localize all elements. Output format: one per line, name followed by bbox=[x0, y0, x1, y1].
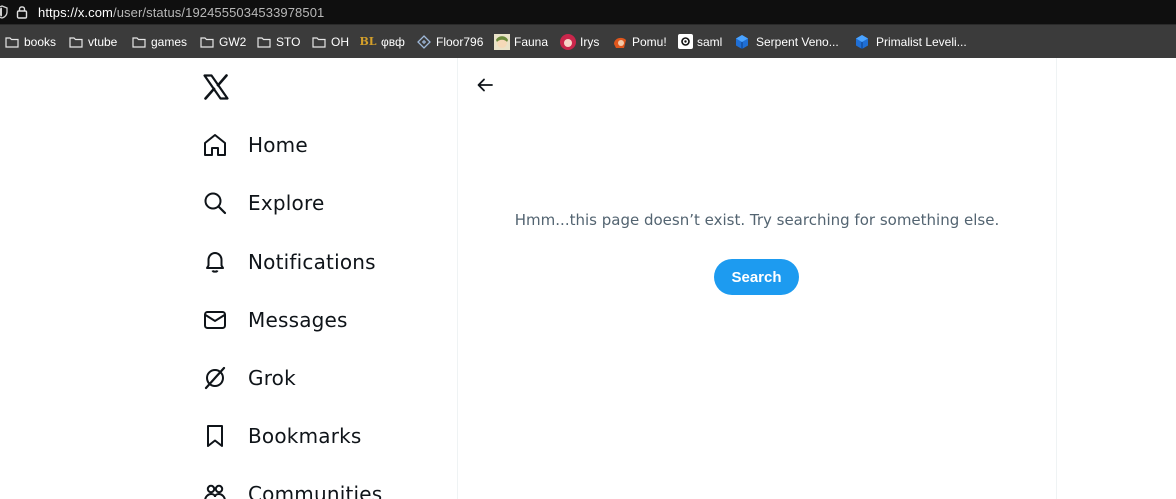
column-divider bbox=[1056, 58, 1057, 499]
bookmark-folder-oh[interactable]: OH bbox=[311, 30, 349, 54]
folder-icon bbox=[256, 34, 272, 50]
bookmark-folder-vtube[interactable]: vtube bbox=[68, 30, 117, 54]
nav-label: Bookmarks bbox=[248, 424, 362, 448]
bookmark-label: books bbox=[24, 34, 57, 49]
bookmark-saml[interactable]: saml bbox=[677, 30, 722, 54]
cube-icon bbox=[734, 34, 750, 50]
bookmark-label: STO bbox=[276, 34, 301, 49]
error-message: Hmm...this page doesn’t exist. Try searc… bbox=[514, 211, 1000, 229]
irys-avatar-icon bbox=[560, 33, 576, 50]
nav-explore[interactable]: Explore bbox=[202, 183, 324, 223]
folder-icon bbox=[131, 34, 147, 50]
bl-logo-icon: BL bbox=[359, 35, 377, 48]
nav-label: Notifications bbox=[248, 250, 376, 274]
bookmark-fauna[interactable]: Fauna bbox=[494, 30, 548, 54]
bookmark-label: Serpent Veno... bbox=[756, 34, 839, 49]
nav-label: Messages bbox=[248, 308, 348, 332]
bookmark-label: Fauna bbox=[514, 34, 549, 49]
shield-icon[interactable] bbox=[0, 5, 10, 19]
bell-icon bbox=[202, 249, 228, 275]
address-bar[interactable]: https://x.com/user/status/19245550345339… bbox=[0, 0, 1176, 24]
bookmark-folder-gw2[interactable]: GW2 bbox=[199, 30, 246, 54]
pomu-avatar-icon bbox=[612, 34, 628, 50]
bookmark-label: Pomu! bbox=[632, 34, 667, 49]
bookmark-label: Irys bbox=[580, 34, 600, 49]
lock-icon[interactable] bbox=[16, 5, 30, 19]
url-host: https://x.com bbox=[38, 4, 113, 20]
nav-label: Grok bbox=[248, 366, 296, 390]
bookmark-pomu[interactable]: Pomu! bbox=[612, 30, 667, 54]
bookmark-label: vtube bbox=[88, 34, 118, 49]
bookmark-label: GW2 bbox=[219, 34, 247, 49]
bookmark-label: games bbox=[151, 34, 188, 49]
bookmark-bl[interactable]: BL φвф bbox=[359, 30, 405, 54]
nav-home[interactable]: Home bbox=[202, 125, 308, 165]
nav-label: Home bbox=[248, 133, 308, 157]
url-text[interactable]: https://x.com/user/status/19245550345339… bbox=[38, 5, 324, 20]
cube-icon bbox=[854, 34, 870, 50]
floor796-icon bbox=[416, 34, 432, 50]
bookmarks-bar: books vtube games GW2 STO OH BL φвф Floo… bbox=[0, 24, 1176, 58]
main-column: Hmm...this page doesn’t exist. Try searc… bbox=[458, 58, 1056, 499]
bookmark-label: φвф bbox=[381, 34, 405, 49]
bookmark-label: Primalist Leveli... bbox=[876, 34, 967, 49]
bookmark-folder-books[interactable]: books bbox=[4, 30, 56, 54]
x-logo-icon[interactable] bbox=[202, 73, 230, 101]
back-arrow-icon[interactable] bbox=[474, 74, 496, 96]
mail-icon bbox=[202, 307, 228, 333]
x-page: Home Explore Notifications Messages Grok bbox=[0, 58, 1176, 499]
nav-bookmarks[interactable]: Bookmarks bbox=[202, 416, 362, 456]
home-icon bbox=[202, 132, 228, 158]
bookmark-label: saml bbox=[697, 34, 723, 49]
saml-icon bbox=[677, 34, 693, 50]
bookmark-serpent[interactable]: Serpent Veno... bbox=[734, 30, 839, 54]
bookmark-folder-games[interactable]: games bbox=[131, 30, 187, 54]
bookmark-label: OH bbox=[331, 34, 349, 49]
bookmark-icon bbox=[202, 423, 228, 449]
nav-grok[interactable]: Grok bbox=[202, 358, 296, 398]
grok-icon bbox=[202, 365, 228, 391]
nav-communities[interactable]: Communities bbox=[202, 474, 382, 499]
nav-notifications[interactable]: Notifications bbox=[202, 242, 376, 282]
search-button[interactable]: Search bbox=[714, 259, 799, 295]
folder-icon bbox=[4, 34, 20, 50]
left-sidebar: Home Explore Notifications Messages Grok bbox=[192, 58, 457, 499]
bookmark-floor796[interactable]: Floor796 bbox=[416, 30, 483, 54]
search-icon bbox=[202, 190, 228, 216]
bookmark-folder-sto[interactable]: STO bbox=[256, 30, 300, 54]
nav-label: Communities bbox=[248, 482, 383, 499]
url-path: /user/status/1924555034533978501 bbox=[113, 4, 325, 20]
folder-icon bbox=[311, 34, 327, 50]
bookmark-label: Floor796 bbox=[436, 34, 484, 49]
folder-icon bbox=[199, 34, 215, 50]
communities-icon bbox=[202, 481, 228, 499]
fauna-avatar-icon bbox=[494, 33, 510, 50]
bookmark-primalist[interactable]: Primalist Leveli... bbox=[854, 30, 967, 54]
nav-messages[interactable]: Messages bbox=[202, 300, 348, 340]
nav-label: Explore bbox=[248, 191, 325, 215]
bookmark-irys[interactable]: Irys bbox=[560, 30, 599, 54]
folder-icon bbox=[68, 34, 84, 50]
